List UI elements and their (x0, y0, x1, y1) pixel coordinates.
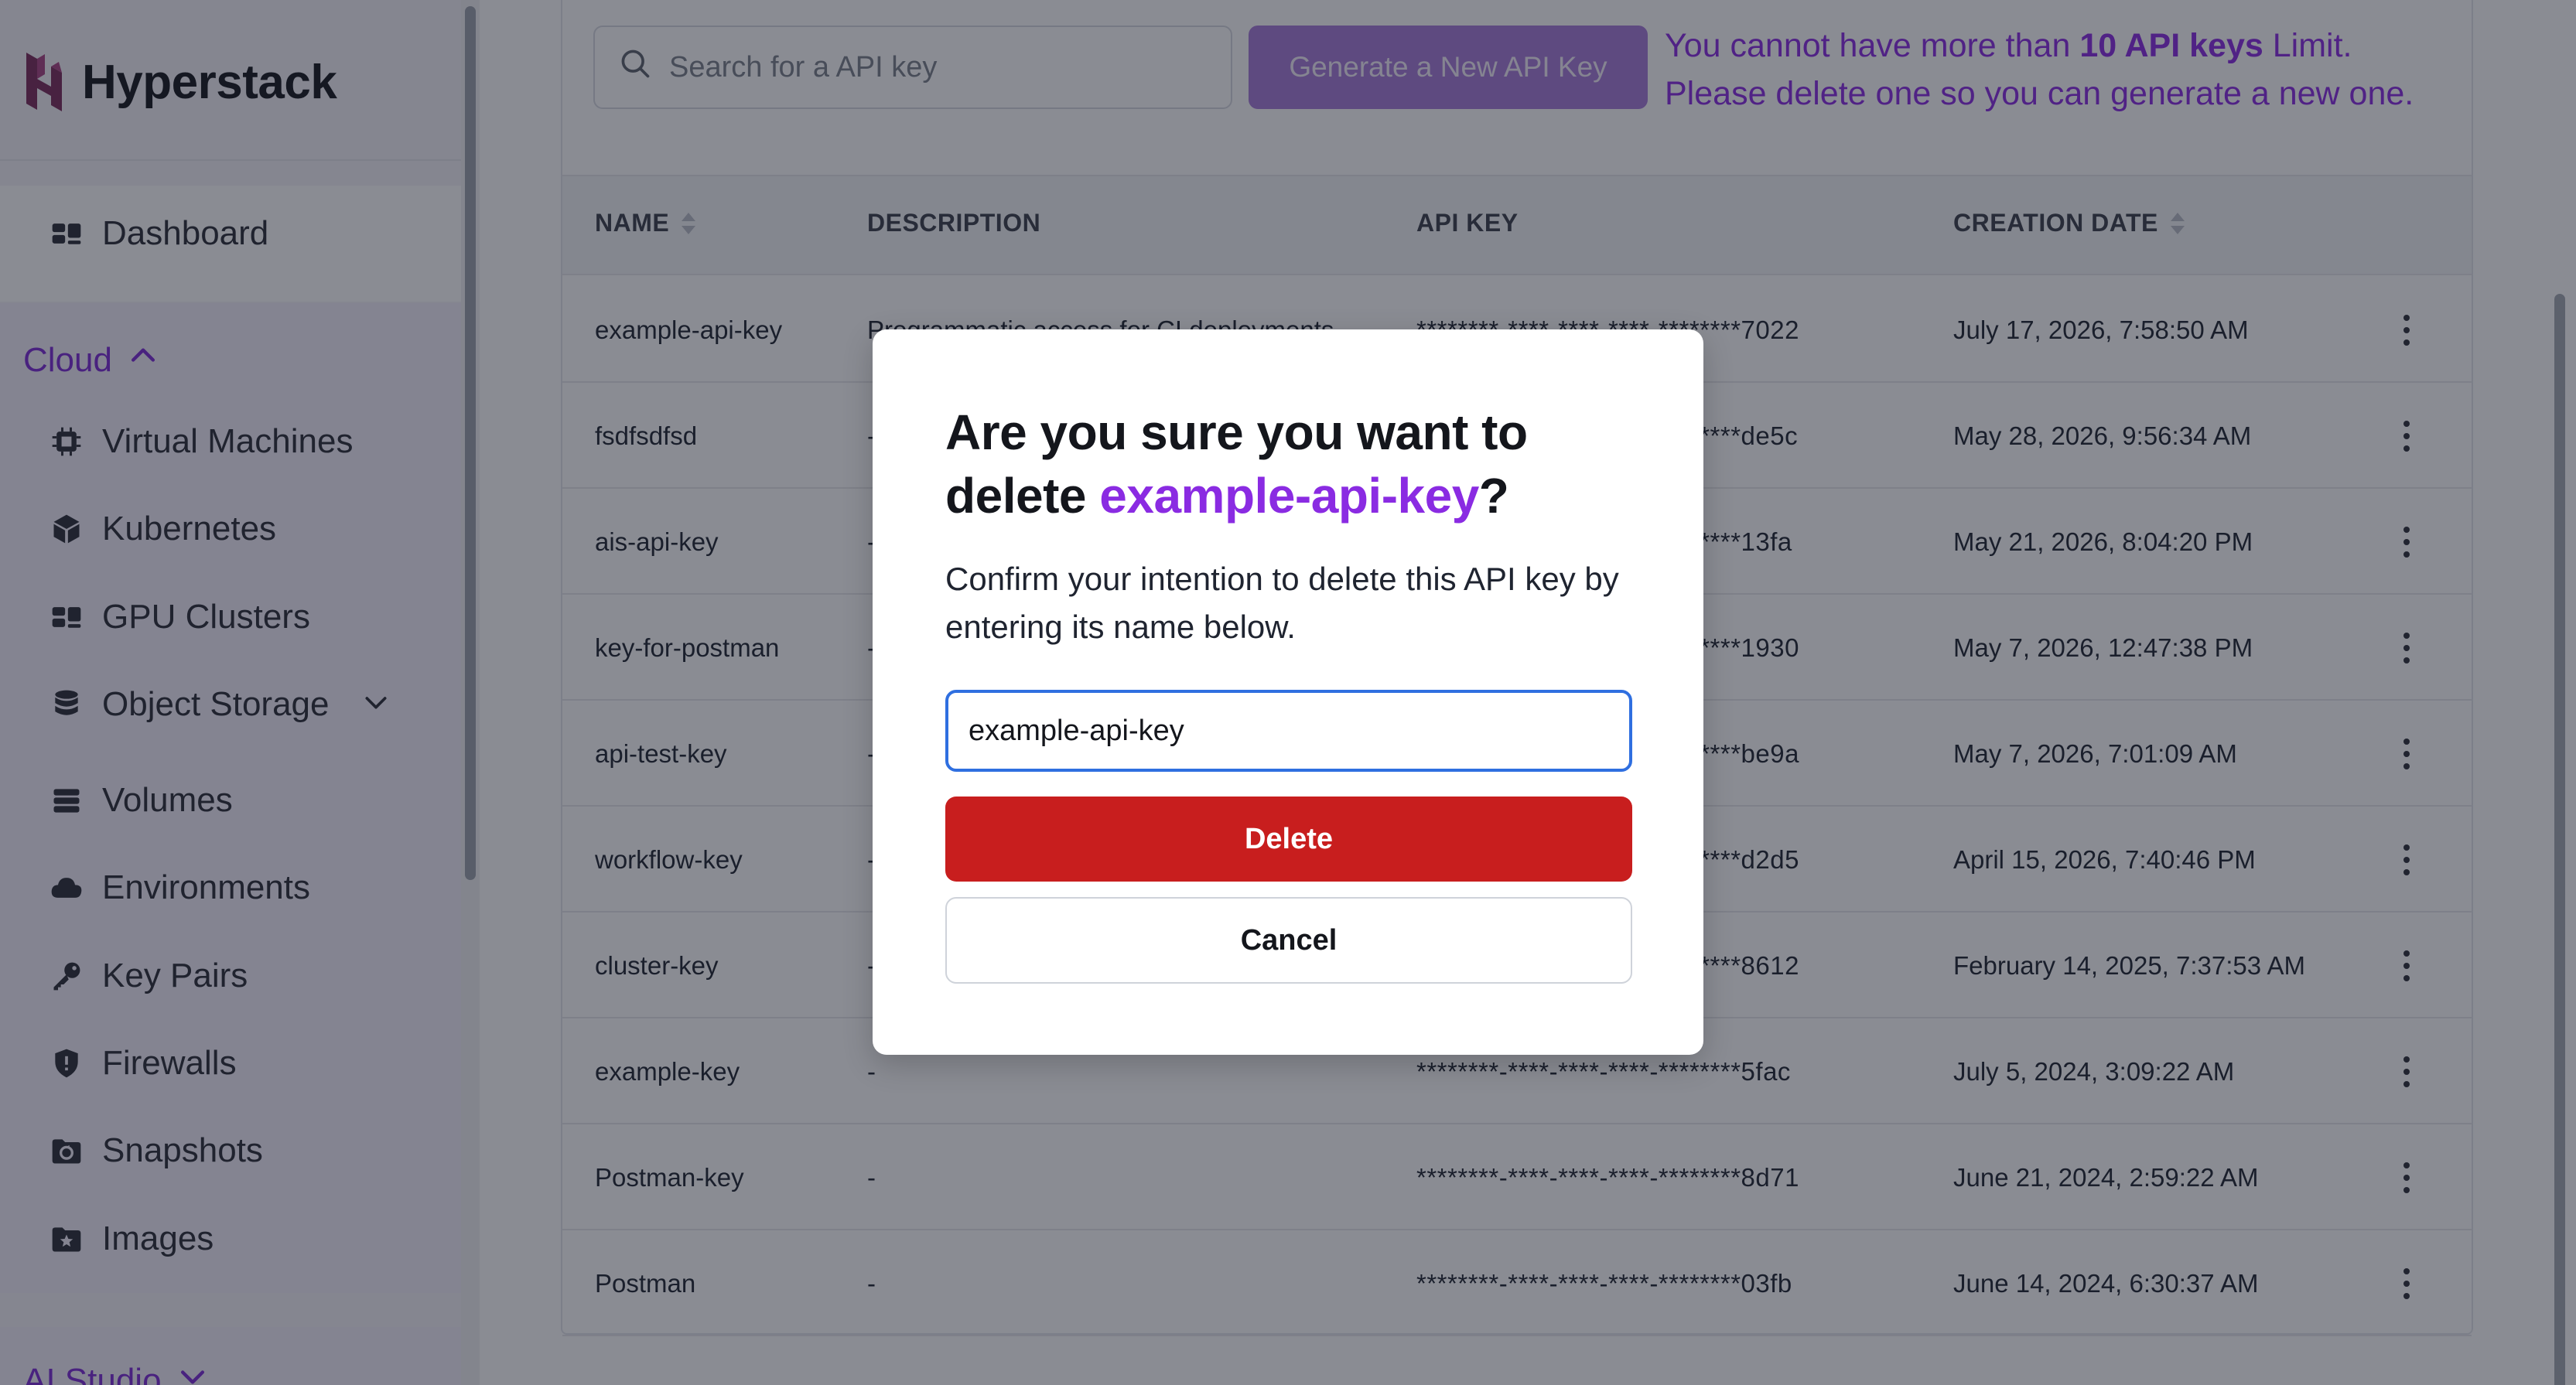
dialog-description: Confirm your intention to delete this AP… (945, 561, 1619, 645)
delete-button[interactable]: Delete (945, 797, 1632, 882)
title-suffix: ? (1478, 468, 1509, 524)
cancel-button[interactable]: Cancel (945, 897, 1632, 984)
dialog-title: Are you sure you want to delete example-… (945, 401, 1642, 527)
title-key-name: example-api-key (1099, 468, 1479, 524)
confirm-name-input[interactable]: example-api-key (945, 690, 1632, 772)
input-value: example-api-key (969, 714, 1184, 747)
delete-api-key-dialog: Are you sure you want to delete example-… (873, 329, 1703, 1055)
